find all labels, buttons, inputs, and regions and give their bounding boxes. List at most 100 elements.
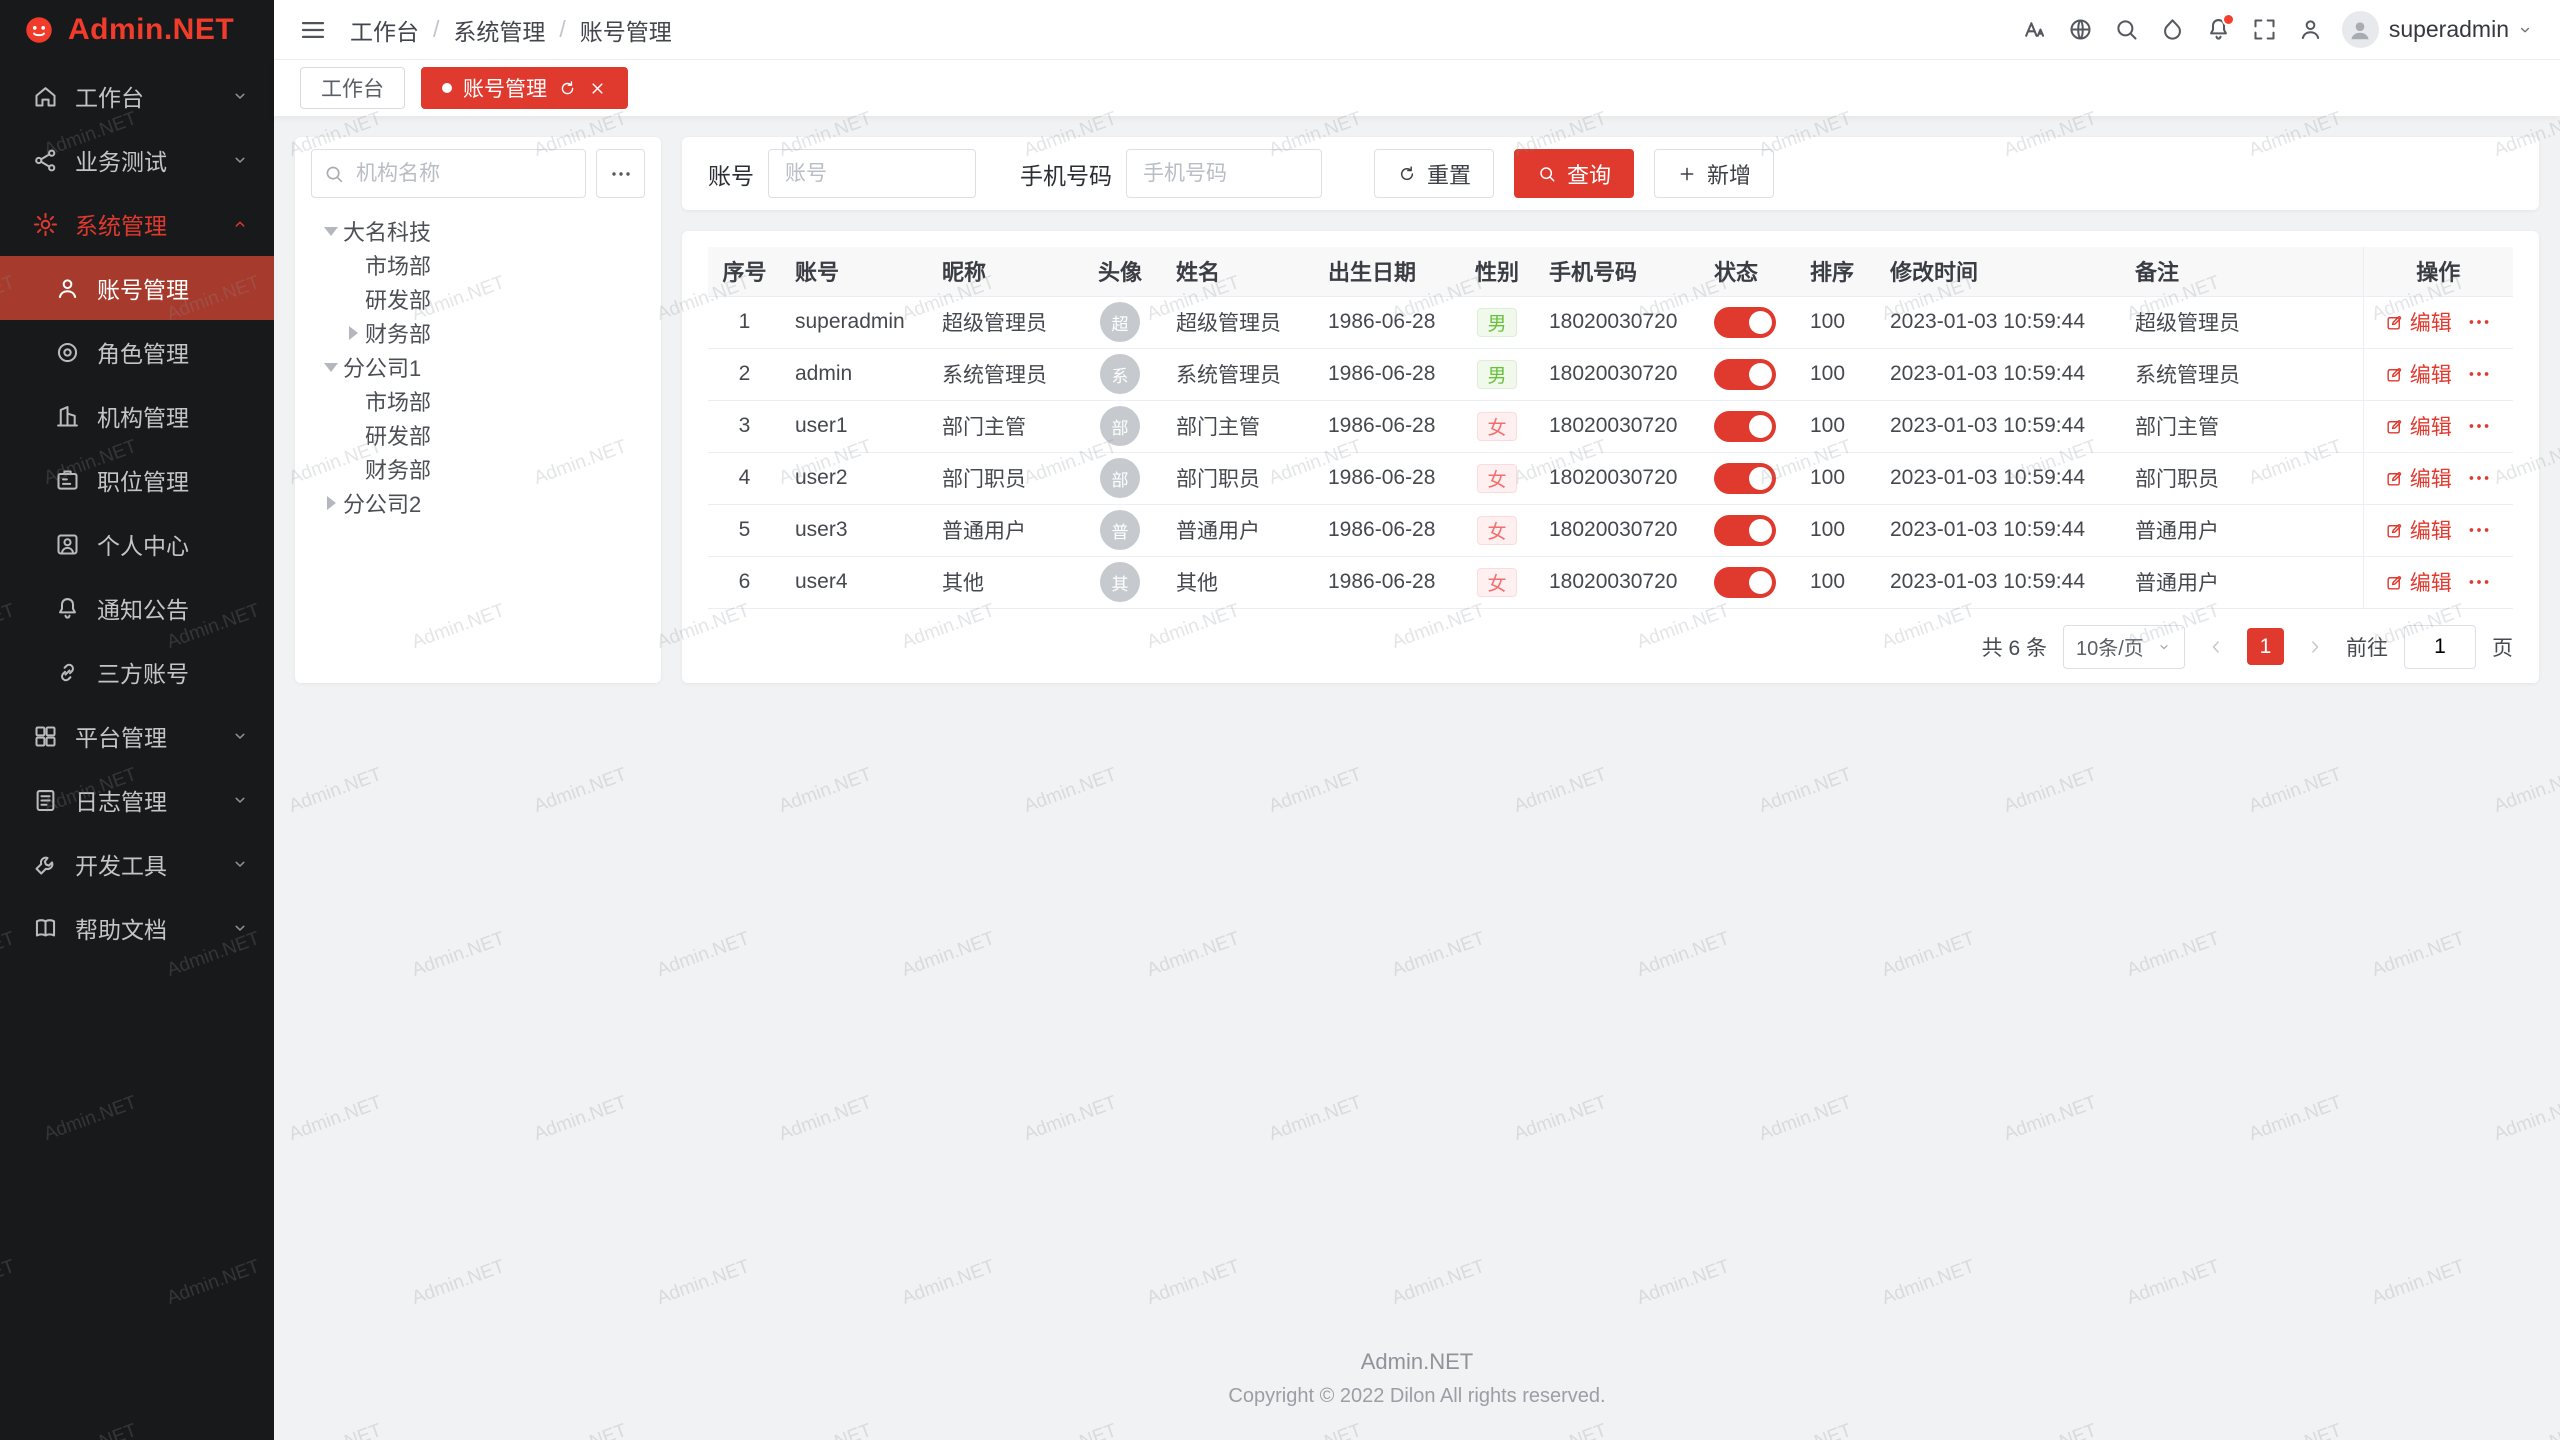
org-more-button[interactable] — [596, 149, 645, 198]
username-label: superadmin — [2389, 16, 2509, 43]
search-button[interactable] — [2104, 0, 2150, 60]
cell-sex: 女 — [1459, 452, 1535, 504]
fullscreen-button[interactable] — [2242, 0, 2288, 60]
tab-account-management[interactable]: 账号管理 — [421, 67, 628, 109]
more-actions-icon[interactable] — [2466, 569, 2492, 595]
sidebar-item-position-management[interactable]: 职位管理 — [0, 448, 274, 512]
tab-workbench[interactable]: 工作台 — [300, 67, 405, 109]
avatar[interactable] — [2342, 11, 2379, 48]
sidebar-item-workbench[interactable]: 工作台 — [0, 64, 274, 128]
edit-button[interactable]: 编辑 — [2385, 359, 2452, 389]
font-size-button[interactable] — [2012, 0, 2058, 60]
refresh-tab-icon[interactable] — [558, 79, 577, 98]
more-actions-icon[interactable] — [2466, 361, 2492, 387]
breadcrumb-item-system[interactable]: 系统管理 — [453, 13, 545, 47]
close-tab-icon[interactable] — [588, 79, 607, 98]
user-table: 序号账号昵称头像姓名出生日期性别手机号码状态排序修改时间备注操作1superad… — [708, 247, 2513, 609]
sidebar-item-notice[interactable]: 通知公告 — [0, 576, 274, 640]
phone-filter-input[interactable] — [1126, 149, 1322, 198]
edit-button-label: 编辑 — [2410, 515, 2452, 545]
caret-right-icon[interactable] — [341, 321, 365, 345]
tree-node-财务部[interactable]: 财务部 — [311, 316, 645, 350]
sidebar-item-business-test[interactable]: 业务测试 — [0, 128, 274, 192]
sidebar-item-role-management[interactable]: 角色管理 — [0, 320, 274, 384]
page-size-select[interactable]: 10条/页 — [2063, 625, 2185, 669]
caret-right-icon[interactable] — [319, 491, 343, 515]
add-button[interactable]: 新增 — [1654, 149, 1774, 198]
cell-index: 4 — [708, 452, 781, 504]
tree-node-研发部[interactable]: 研发部 — [311, 282, 645, 316]
next-page-button[interactable] — [2300, 632, 2330, 662]
sidebar-item-system-management[interactable]: 系统管理 — [0, 192, 274, 256]
logo-icon — [22, 13, 56, 47]
sidebar-item-platform-management[interactable]: 平台管理 — [0, 704, 274, 768]
search-button-label: 查询 — [1567, 158, 1611, 190]
cell-order: 100 — [1796, 400, 1876, 452]
goto-page-input[interactable] — [2404, 625, 2476, 669]
user-avatar: 系 — [1100, 354, 1140, 394]
caret-down-icon[interactable] — [319, 355, 343, 379]
hamburger-icon[interactable] — [298, 15, 328, 45]
user-menu[interactable]: superadmin — [2389, 16, 2534, 43]
user-avatar: 超 — [1100, 302, 1140, 342]
more-actions-icon[interactable] — [2466, 465, 2492, 491]
sidebar-item-account-management[interactable]: 账号管理 — [0, 256, 274, 320]
cell-index: 5 — [708, 504, 781, 556]
sidebar-item-help-docs[interactable]: 帮助文档 — [0, 896, 274, 960]
prev-page-button[interactable] — [2201, 632, 2231, 662]
user-icon — [54, 275, 81, 302]
tree-node-研发部[interactable]: 研发部 — [311, 418, 645, 452]
search-button[interactable]: 查询 — [1514, 149, 1634, 198]
total-count: 共 6 条 — [1982, 632, 2047, 662]
sidebar-item-third-party-account[interactable]: 三方账号 — [0, 640, 274, 704]
sidebar-item-org-management[interactable]: 机构管理 — [0, 384, 274, 448]
tree-node-大名科技[interactable]: 大名科技 — [311, 214, 645, 248]
edit-button[interactable]: 编辑 — [2385, 307, 2452, 337]
notification-button[interactable] — [2196, 0, 2242, 60]
edit-button[interactable]: 编辑 — [2385, 567, 2452, 597]
status-toggle[interactable] — [1714, 359, 1776, 390]
sidebar-item-dev-tools[interactable]: 开发工具 — [0, 832, 274, 896]
page-number-1[interactable]: 1 — [2247, 628, 2284, 665]
account-filter-input[interactable] — [768, 149, 976, 198]
breadcrumb-item-workbench[interactable]: 工作台 — [350, 13, 419, 47]
cell-nickname: 部门职员 — [928, 452, 1078, 504]
profile-button[interactable] — [2288, 0, 2334, 60]
chevron-down-icon — [230, 854, 250, 874]
status-toggle[interactable] — [1714, 515, 1776, 546]
tree-node-财务部[interactable]: 财务部 — [311, 452, 645, 486]
cell-nickname: 其他 — [928, 556, 1078, 608]
status-toggle[interactable] — [1714, 463, 1776, 494]
add-button-label: 新增 — [1707, 158, 1751, 190]
theme-button[interactable] — [2150, 0, 2196, 60]
cell-status — [1700, 296, 1796, 348]
status-toggle[interactable] — [1714, 567, 1776, 598]
more-actions-icon[interactable] — [2466, 309, 2492, 335]
edit-button[interactable]: 编辑 — [2385, 515, 2452, 545]
cell-birth: 1986-06-28 — [1314, 296, 1459, 348]
more-actions-icon[interactable] — [2466, 413, 2492, 439]
globe-icon — [2067, 16, 2094, 43]
org-search-input[interactable] — [311, 149, 586, 198]
edit-button[interactable]: 编辑 — [2385, 463, 2452, 493]
tree-node-市场部[interactable]: 市场部 — [311, 384, 645, 418]
status-toggle[interactable] — [1714, 307, 1776, 338]
sidebar-item-log-management[interactable]: 日志管理 — [0, 768, 274, 832]
wrench-icon — [32, 851, 59, 878]
tree-node-分公司1[interactable]: 分公司1 — [311, 350, 645, 384]
sidebar-item-label: 平台管理 — [75, 719, 167, 753]
caret-down-icon[interactable] — [319, 219, 343, 243]
reset-button[interactable]: 重置 — [1374, 149, 1494, 198]
tree-node-市场部[interactable]: 市场部 — [311, 248, 645, 282]
more-actions-icon[interactable] — [2466, 517, 2492, 543]
edit-button[interactable]: 编辑 — [2385, 411, 2452, 441]
sidebar-item-label: 个人中心 — [97, 527, 189, 561]
cell-nickname: 超级管理员 — [928, 296, 1078, 348]
tree-node-分公司2[interactable]: 分公司2 — [311, 486, 645, 520]
sidebar-item-personal-center[interactable]: 个人中心 — [0, 512, 274, 576]
cell-remark: 普通用户 — [2121, 556, 2363, 608]
active-tab-dot — [442, 83, 452, 93]
status-toggle[interactable] — [1714, 411, 1776, 442]
table-row: 6user4其他其其他1986-06-28女180200307201002023… — [708, 556, 2513, 608]
language-button[interactable] — [2058, 0, 2104, 60]
